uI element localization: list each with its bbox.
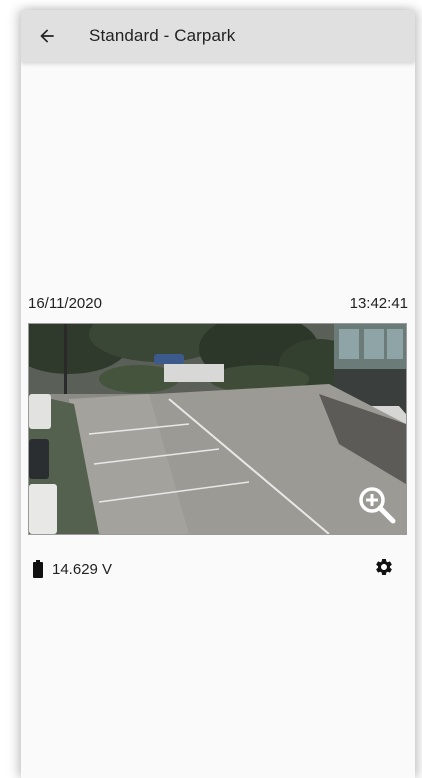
snapshot-date: 16/11/2020 bbox=[28, 295, 102, 312]
page-title: Standard - Carpark bbox=[89, 26, 236, 45]
battery-status: 14.629 V bbox=[33, 560, 112, 578]
camera-snapshot-image[interactable] bbox=[28, 323, 407, 535]
app-screen: Standard - Carpark 16/11/2020 13:42:41 1… bbox=[21, 10, 415, 778]
carpark-photo bbox=[29, 324, 406, 534]
gear-icon bbox=[376, 559, 392, 575]
zoom-in-button[interactable] bbox=[356, 484, 398, 526]
app-bar: Standard - Carpark bbox=[21, 10, 415, 62]
zoom-in-icon bbox=[359, 487, 396, 524]
battery-icon bbox=[33, 560, 43, 578]
settings-button[interactable] bbox=[372, 555, 396, 579]
snapshot-meta: 16/11/2020 13:42:41 bbox=[28, 295, 408, 312]
back-button[interactable] bbox=[21, 10, 73, 62]
arrow-left-icon bbox=[40, 29, 54, 43]
snapshot-time: 13:42:41 bbox=[349, 295, 408, 312]
battery-voltage: 14.629 V bbox=[52, 560, 113, 578]
